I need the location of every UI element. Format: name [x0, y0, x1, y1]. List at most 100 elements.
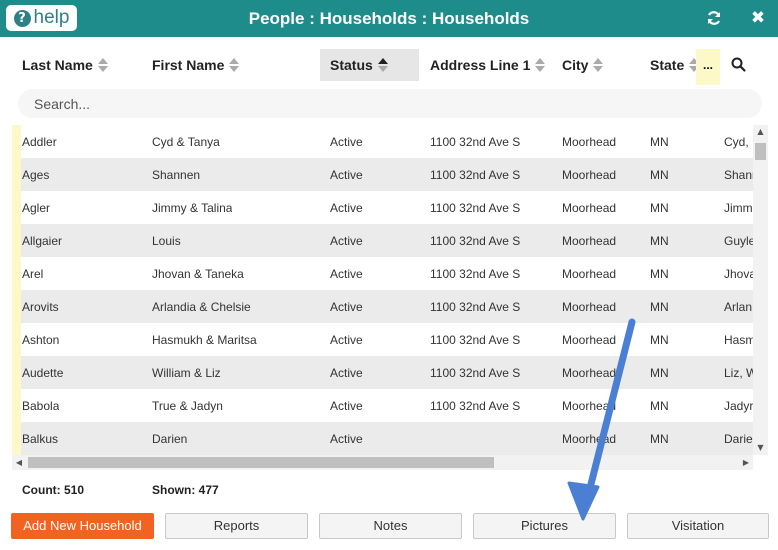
- cell-last: Ages: [22, 168, 50, 182]
- cell-city: Moorhead: [562, 201, 617, 215]
- sort-icon: [593, 58, 604, 72]
- sort-icon: [535, 58, 546, 72]
- vertical-scroll-thumb[interactable]: [755, 143, 766, 160]
- cell-status: Active: [330, 399, 363, 413]
- column-label: State: [650, 57, 685, 73]
- horizontal-scroll-thumb[interactable]: [28, 457, 494, 468]
- row-marker: [12, 125, 21, 158]
- sort-ascending-icon: [377, 58, 389, 72]
- column-label: Status: [330, 57, 373, 73]
- column-header-status[interactable]: Status: [320, 49, 419, 81]
- column-header-state[interactable]: State: [650, 49, 696, 81]
- column-header-address-line-1[interactable]: Address Line 1: [430, 49, 546, 81]
- cell-status: Active: [330, 201, 363, 215]
- row-marker: [12, 290, 21, 323]
- notes-button[interactable]: Notes: [319, 513, 462, 539]
- search-input[interactable]: [18, 89, 762, 118]
- cell-extra: Cyd, I: [724, 135, 753, 149]
- column-header-city[interactable]: City: [562, 49, 604, 81]
- reports-button[interactable]: Reports: [165, 513, 308, 539]
- cell-first: Arlandia & Chelsie: [152, 300, 251, 314]
- cell-extra: Darie: [724, 432, 753, 446]
- scroll-up-icon[interactable]: ▲: [753, 125, 768, 139]
- cell-city: Moorhead: [562, 366, 617, 380]
- table-row[interactable]: Babola True & Jadyn Active 1100 32nd Ave S M…: [12, 389, 753, 422]
- column-label: Address Line 1: [430, 57, 531, 73]
- table-row[interactable]: Audette William & Liz Active 1100 32nd Ave …: [12, 356, 753, 389]
- scroll-down-icon[interactable]: ▼: [753, 441, 768, 455]
- visitation-button[interactable]: Visitation: [627, 513, 769, 539]
- row-marker: [12, 224, 21, 257]
- cell-address: 1100 32nd Ave S: [430, 399, 521, 413]
- sort-icon: [689, 58, 696, 72]
- cell-first: William & Liz: [152, 366, 221, 380]
- horizontal-scrollbar[interactable]: ◀ ▶: [12, 455, 753, 470]
- help-button[interactable]: ? help: [6, 5, 77, 31]
- cell-first: Hasmukh & Maritsa: [152, 333, 257, 347]
- search-icon[interactable]: [730, 56, 748, 74]
- cell-city: Moorhead: [562, 333, 617, 347]
- cell-last: Agler: [22, 201, 51, 215]
- window-title: People : Households : Households: [248, 9, 530, 28]
- cell-state: MN: [650, 234, 669, 248]
- cell-last: Balkus: [22, 432, 59, 446]
- cell-status: Active: [330, 300, 363, 314]
- help-icon: ?: [13, 9, 31, 27]
- cell-extra: Hasm: [724, 333, 753, 347]
- households-grid: Addler Cyd & Tanya Active 1100 32nd Ave S Mo…: [12, 125, 753, 455]
- table-row[interactable]: Agler Jimmy & Talina Active 1100 32nd Ave S…: [12, 191, 753, 224]
- row-marker: [12, 422, 21, 455]
- column-label: First Name: [152, 57, 225, 73]
- cell-last: Addler: [22, 135, 57, 149]
- table-row[interactable]: Addler Cyd & Tanya Active 1100 32nd Ave S Mo…: [12, 125, 753, 158]
- cell-state: MN: [650, 432, 669, 446]
- cell-first: Cyd & Tanya: [152, 135, 220, 149]
- cell-status: Active: [330, 135, 363, 149]
- cell-city: Moorhead: [562, 399, 617, 413]
- cell-address: 1100 32nd Ave S: [430, 267, 521, 281]
- row-marker: [12, 356, 21, 389]
- cell-last: Arel: [22, 267, 44, 281]
- cell-address: 1100 32nd Ave S: [430, 300, 521, 314]
- cell-state: MN: [650, 168, 669, 182]
- cell-city: Moorhead: [562, 300, 617, 314]
- refresh-icon[interactable]: [703, 7, 725, 29]
- table-row[interactable]: Ages Shannen Active 1100 32nd Ave S Moorhead…: [12, 158, 753, 191]
- sort-icon: [229, 58, 240, 72]
- table-row[interactable]: Arel Jhovan & Taneka Active 1100 32nd Ave S…: [12, 257, 753, 290]
- close-icon[interactable]: ✖: [747, 7, 769, 29]
- add-new-household-button[interactable]: Add New Household: [11, 513, 154, 539]
- row-marker: [12, 323, 21, 356]
- cell-address: 1100 32nd Ave S: [430, 168, 521, 182]
- scroll-left-icon[interactable]: ◀: [12, 455, 26, 470]
- cell-state: MN: [650, 267, 669, 281]
- more-columns-button[interactable]: ...: [696, 49, 720, 85]
- cell-extra: Shann: [724, 168, 753, 182]
- vertical-scrollbar[interactable]: ▲ ▼: [753, 125, 768, 455]
- cell-state: MN: [650, 333, 669, 347]
- table-row[interactable]: Balkus Darien Active Moorhead MN Darie: [12, 422, 753, 455]
- column-header-last-name[interactable]: Last Name: [22, 49, 109, 81]
- cell-extra: Jadyr: [724, 399, 753, 413]
- pictures-button[interactable]: Pictures: [473, 513, 616, 539]
- cell-city: Moorhead: [562, 267, 617, 281]
- cell-first: Jhovan & Taneka: [152, 267, 244, 281]
- table-row[interactable]: Ashton Hasmukh & Maritsa Active 1100 32nd A…: [12, 323, 753, 356]
- table-row[interactable]: Arovits Arlandia & Chelsie Active 1100 32nd…: [12, 290, 753, 323]
- cell-status: Active: [330, 267, 363, 281]
- row-marker: [12, 257, 21, 290]
- cell-last: Arovits: [22, 300, 59, 314]
- cell-status: Active: [330, 432, 363, 446]
- cell-city: Moorhead: [562, 234, 617, 248]
- scroll-right-icon[interactable]: ▶: [739, 455, 753, 470]
- cell-address: 1100 32nd Ave S: [430, 201, 521, 215]
- cell-status: Active: [330, 168, 363, 182]
- column-header-first-name[interactable]: First Name: [152, 49, 240, 81]
- cell-first: Darien: [152, 432, 188, 446]
- cell-address: 1100 32nd Ave S: [430, 135, 521, 149]
- table-row[interactable]: Allgaier Louis Active 1100 32nd Ave S Moorhe…: [12, 224, 753, 257]
- cell-first: Jimmy & Talina: [152, 201, 233, 215]
- cell-extra: Jimm: [724, 201, 753, 215]
- sort-icon: [97, 58, 109, 72]
- cell-status: Active: [330, 366, 363, 380]
